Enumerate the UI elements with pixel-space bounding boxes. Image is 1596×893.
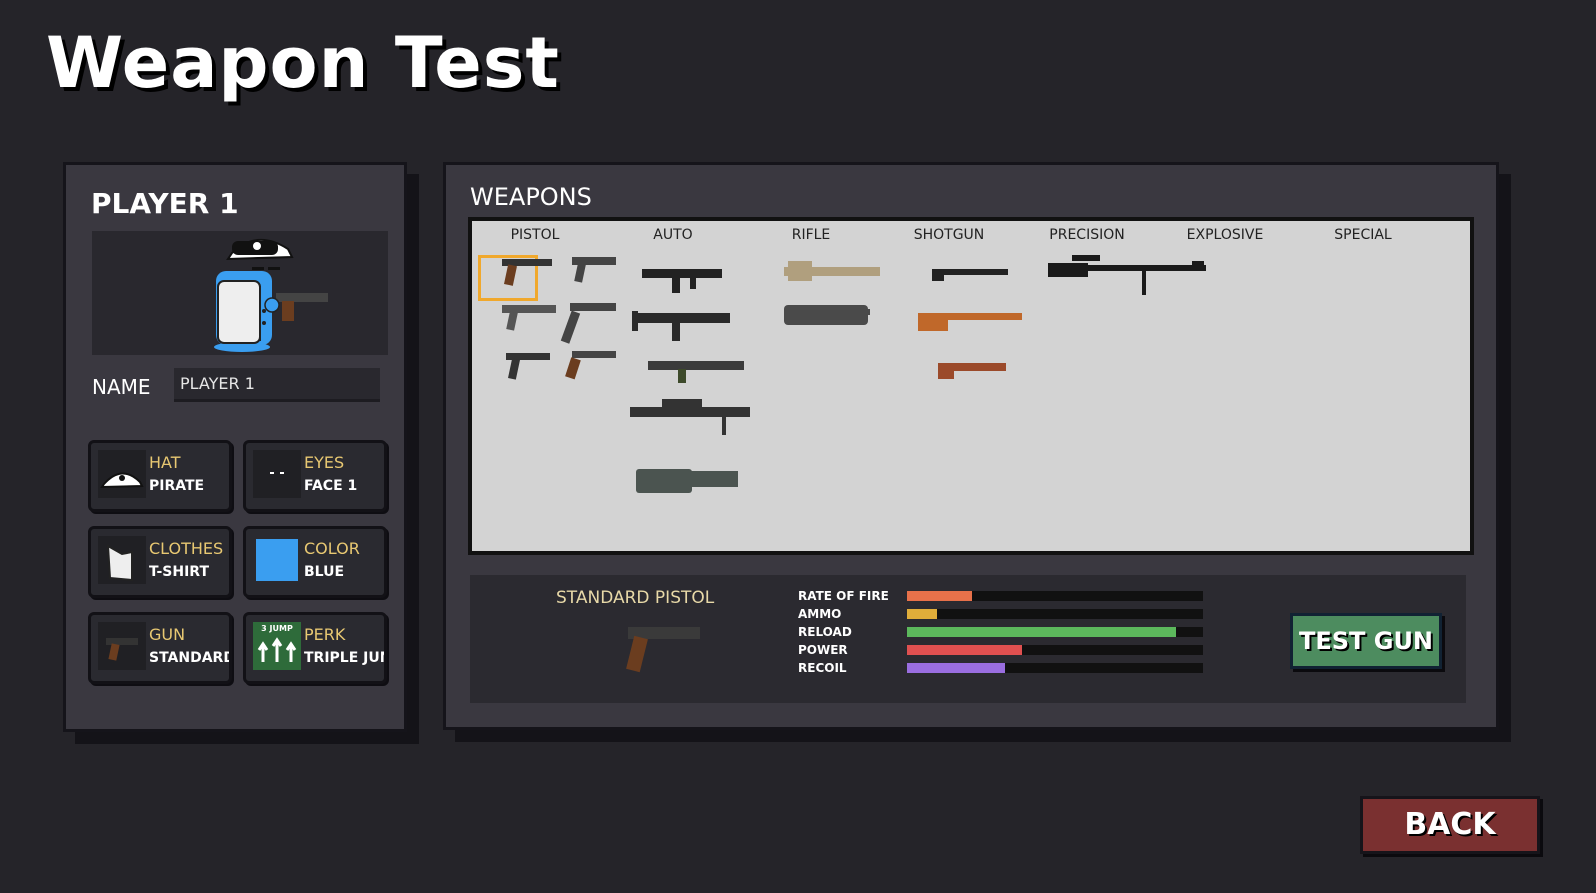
- character-preview: [92, 231, 388, 355]
- stat-label: AMMO: [798, 607, 842, 621]
- option-value: T-SHIRT: [149, 564, 210, 580]
- eyes-option-button[interactable]: EYES FACE 1: [243, 440, 387, 512]
- page-title: Weapon Test: [46, 22, 560, 104]
- player-panel: PLAYER 1 NAME HAT PIRATE EYES FACE: [63, 162, 407, 732]
- player-heading: PLAYER 1: [91, 187, 239, 220]
- test-gun-button[interactable]: TEST GUN: [1290, 613, 1442, 669]
- color-option-button[interactable]: COLOR BLUE: [243, 526, 387, 598]
- stat-bar: [907, 591, 1203, 601]
- stat-bar-fill: [907, 591, 973, 601]
- stat-label: RELOAD: [798, 625, 852, 639]
- option-category: CLOTHES: [149, 539, 224, 558]
- stat-label: RATE OF FIRE: [798, 589, 889, 603]
- clothes-option-button[interactable]: CLOTHES T-SHIRT: [88, 526, 232, 598]
- eyes-icon: [253, 450, 301, 498]
- selected-weapon-icon: [626, 627, 700, 673]
- option-value: STANDARD: [149, 650, 232, 666]
- weapon-info: STANDARD PISTOL RATE OF FIRE AMMO RELOAD PO…: [470, 575, 1466, 703]
- weapon-grid: PISTOL AUTO RIFLE SHOTGUN PRECISION EXPL…: [468, 217, 1474, 555]
- triple-jump-icon: 3 JUMP: [253, 622, 301, 670]
- color-swatch-icon: [256, 539, 298, 581]
- back-button[interactable]: BACK: [1360, 796, 1540, 854]
- tshirt-icon: [98, 536, 146, 584]
- pistol-icon: [98, 622, 146, 670]
- stat-bar-fill: [907, 645, 1023, 655]
- option-category: HAT: [149, 453, 181, 472]
- weapons-heading: WEAPONS: [470, 183, 592, 211]
- stat-bar-fill: [907, 663, 1005, 673]
- option-value: PIRATE: [149, 478, 205, 494]
- stat-bar: [907, 645, 1203, 655]
- stat-bar-fill: [907, 609, 937, 619]
- weapon-icons[interactable]: [472, 221, 1470, 551]
- option-value: BLUE: [304, 564, 345, 580]
- pirate-hat-icon: [98, 450, 146, 498]
- option-value: FACE 1: [304, 478, 358, 494]
- stat-bar: [907, 609, 1203, 619]
- stat-bar: [907, 627, 1203, 637]
- stat-label: RECOIL: [798, 661, 847, 675]
- stat-bar: [907, 663, 1203, 673]
- option-value: TRIPLE JUMP: [304, 650, 384, 666]
- option-category: COLOR: [304, 539, 360, 558]
- option-category: PERK: [304, 625, 346, 644]
- character-sprite: [214, 238, 328, 352]
- perk-option-button[interactable]: 3 JUMP PERK TRIPLE JUMP: [243, 612, 387, 684]
- gun-option-button[interactable]: GUN STANDARD: [88, 612, 232, 684]
- weapons-panel: WEAPONS PISTOL AUTO RIFLE SHOTGUN PRECIS…: [443, 162, 1499, 730]
- name-input[interactable]: [174, 368, 380, 402]
- stat-label: POWER: [798, 643, 848, 657]
- option-category: EYES: [304, 453, 345, 472]
- selected-weapon-name: STANDARD PISTOL: [556, 588, 715, 608]
- hat-option-button[interactable]: HAT PIRATE: [88, 440, 232, 512]
- name-label: NAME: [92, 375, 151, 399]
- stat-bar-fill: [907, 627, 1177, 637]
- option-category: GUN: [149, 625, 186, 644]
